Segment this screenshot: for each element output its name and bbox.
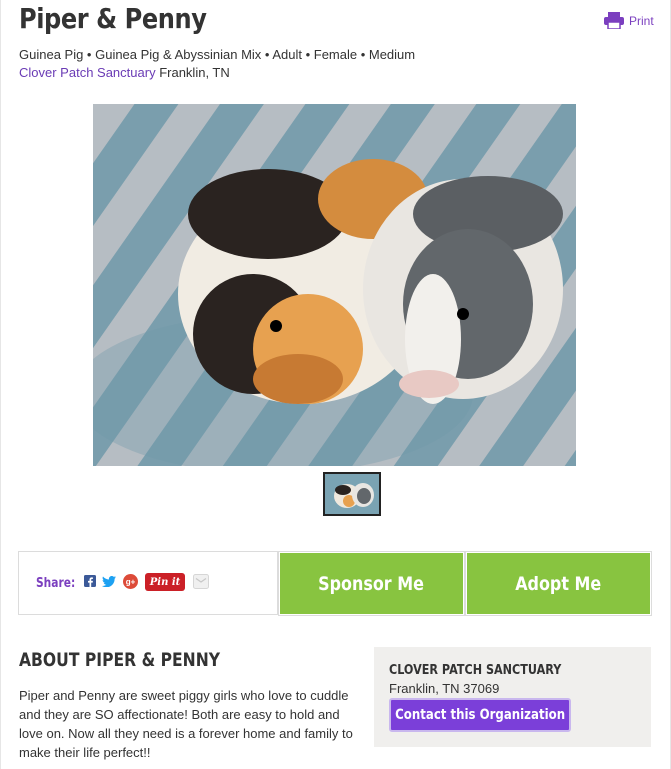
twitter-icon[interactable] (102, 576, 116, 587)
about-heading: ABOUT PIPER & PENNY (19, 649, 221, 671)
svg-text:g+: g+ (126, 578, 136, 587)
google-plus-icon[interactable]: g+ (123, 574, 138, 589)
about-description: Piper and Penny are sweet piggy girls wh… (19, 688, 353, 760)
org-card-name: CLOVER PATCH SANCTUARY (389, 663, 562, 678)
pet-location: Franklin, TN (159, 65, 230, 80)
contact-organization-button[interactable]: Contact this Organization (389, 698, 571, 732)
sponsor-me-button[interactable]: Sponsor Me (280, 553, 463, 614)
pet-photo (93, 104, 576, 466)
pet-org-line: Clover Patch Sanctuary Franklin, TN (19, 65, 230, 80)
facebook-icon[interactable] (84, 575, 96, 587)
photo-thumbnail[interactable] (323, 472, 381, 516)
pinterest-icon: Pin it (149, 576, 181, 588)
adopt-label: Adopt Me (515, 572, 602, 595)
print-button[interactable]: Print (604, 12, 654, 29)
adopt-me-button[interactable]: Adopt Me (467, 553, 650, 614)
organization-link[interactable]: Clover Patch Sanctuary (19, 65, 156, 80)
printer-icon (604, 12, 624, 29)
sponsor-label: Sponsor Me (318, 572, 425, 595)
share-label: Share: (36, 576, 76, 591)
print-label: Print (629, 13, 654, 28)
share-panel: Share: g+ Pin it (18, 551, 278, 615)
contact-label: Contact this Organization (395, 707, 565, 723)
organization-card: CLOVER PATCH SANCTUARY Franklin, TN 3706… (374, 647, 651, 747)
pinterest-button[interactable]: Pin it (145, 573, 185, 591)
org-card-location: Franklin, TN 37069 (389, 681, 500, 696)
pet-name-title: Piper & Penny (19, 2, 207, 35)
pet-details: Guinea Pig • Guinea Pig & Abyssinian Mix… (19, 47, 416, 62)
email-icon[interactable] (193, 574, 209, 589)
